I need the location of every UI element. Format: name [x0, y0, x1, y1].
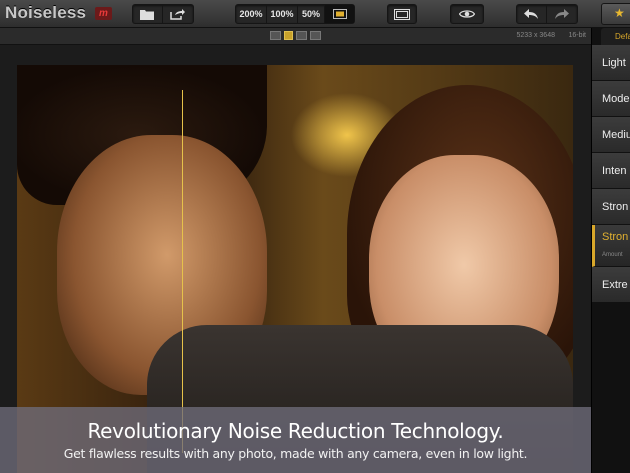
- preset-label: Inten: [602, 165, 627, 177]
- zoom-fit-button[interactable]: [325, 5, 354, 23]
- open-folder-button[interactable]: [133, 5, 163, 23]
- preset-label: Stron: [602, 201, 629, 213]
- preset-amount-label: Amount: [602, 252, 623, 258]
- eye-icon: [459, 10, 475, 18]
- history-button-group: [516, 4, 578, 24]
- promo-caption: Revolutionary Noise Reduction Technology…: [0, 407, 591, 473]
- preview-toggle-button[interactable]: [451, 5, 483, 23]
- file-button-group: [132, 4, 194, 24]
- star-icon: ★: [614, 6, 625, 20]
- bit-depth: 16-bit: [568, 32, 586, 39]
- preset-list: Light Mode Mediu Inten Stron Stron Amoun…: [592, 45, 630, 303]
- preset-label: Mode: [602, 93, 630, 105]
- preset-label: Light: [602, 57, 626, 69]
- preset-intense[interactable]: Inten: [592, 153, 630, 189]
- redo-button[interactable]: [547, 5, 577, 23]
- share-icon: [170, 9, 186, 20]
- presets-tab-default[interactable]: Defa: [601, 28, 630, 45]
- app-title: Noiseless: [5, 3, 87, 22]
- folder-icon: [140, 9, 155, 20]
- preset-label: Mediu: [602, 129, 630, 141]
- preset-medium[interactable]: Mediu: [592, 117, 630, 153]
- undo-icon: [524, 8, 539, 19]
- zoom-200-button[interactable]: 200%: [236, 5, 267, 23]
- zoom-button-group: 200% 100% 50%: [235, 4, 355, 24]
- preset-extreme[interactable]: Extre: [592, 267, 630, 303]
- zoom-50-button[interactable]: 50%: [298, 5, 325, 23]
- redo-icon: [554, 8, 569, 19]
- undo-button[interactable]: [517, 5, 547, 23]
- before-after-split-handle[interactable]: [182, 90, 183, 453]
- zoom-100-button[interactable]: 100%: [267, 5, 298, 23]
- single-view-icon[interactable]: [270, 31, 281, 40]
- presets-panel: Defa Light Mode Mediu Inten Stron Stron …: [591, 28, 630, 473]
- preset-stronger-selected[interactable]: Stron Amount: [592, 225, 630, 267]
- info-bar: 5233 x 3648 16-bit: [0, 28, 591, 45]
- preset-label: Stron: [602, 231, 629, 243]
- image-dimensions: 5233 x 3648: [516, 32, 555, 39]
- preset-moderate[interactable]: Mode: [592, 81, 630, 117]
- preset-strong[interactable]: Stron: [592, 189, 630, 225]
- app-logo-icon: m: [95, 7, 112, 20]
- caption-title: Revolutionary Noise Reduction Technology…: [87, 419, 504, 443]
- preset-light[interactable]: Light: [592, 45, 630, 81]
- dual-view-icon[interactable]: [310, 31, 321, 40]
- caption-subtitle: Get flawless results with any photo, mad…: [63, 446, 528, 461]
- preview-button-group: [450, 4, 484, 24]
- fit-screen-icon: [332, 9, 347, 19]
- split-view-mode-icon[interactable]: [296, 31, 307, 40]
- preset-label: Extre: [602, 279, 628, 291]
- toolbar: Noiseless m 200% 100% 50%: [0, 0, 630, 28]
- compare-layout-button[interactable]: [388, 5, 416, 23]
- layout-button-group: [387, 4, 417, 24]
- favorites-star-button[interactable]: ★: [601, 3, 630, 25]
- side-by-side-view-icon[interactable]: [284, 31, 293, 40]
- view-mode-switcher: [270, 31, 321, 40]
- split-view-icon: [394, 8, 410, 20]
- share-button[interactable]: [163, 5, 193, 23]
